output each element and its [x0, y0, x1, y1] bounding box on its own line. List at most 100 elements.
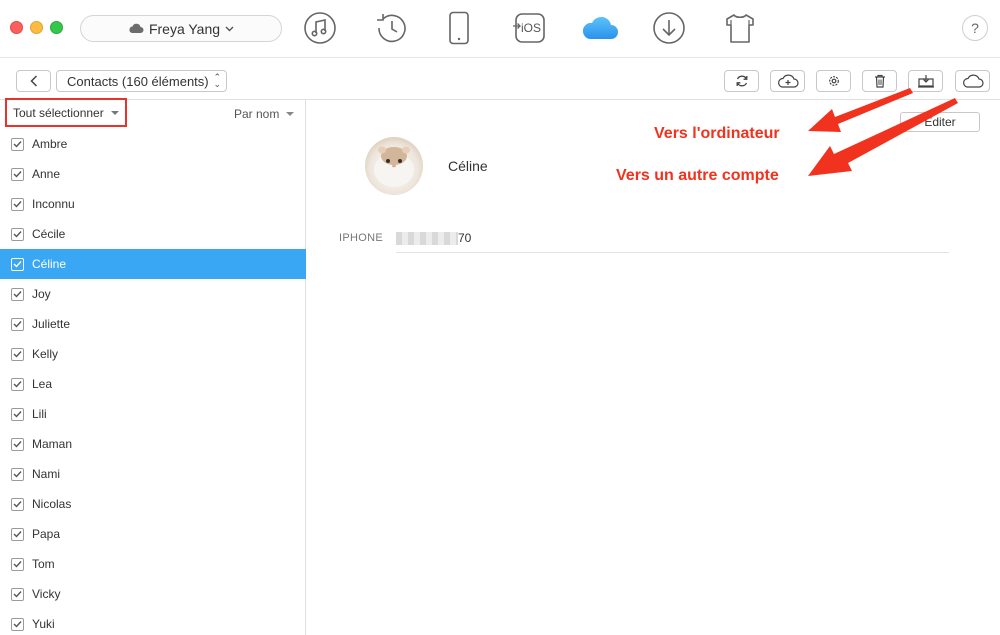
contact-row[interactable]: Cécile [0, 219, 306, 249]
checkmark-icon [13, 591, 22, 598]
contact-row[interactable]: Inconnu [0, 189, 306, 219]
to-ios-label: iOS [521, 21, 541, 35]
contact-avatar [365, 137, 423, 195]
contact-checkbox[interactable] [11, 527, 24, 541]
chevron-left-icon [29, 75, 37, 87]
contact-name: Tom [32, 557, 55, 571]
contact-checkbox[interactable] [11, 197, 24, 211]
contact-row[interactable]: Yuki [0, 609, 306, 635]
contact-checkbox[interactable] [11, 617, 24, 631]
select-all-dropdown[interactable]: Tout sélectionner [5, 98, 127, 127]
edit-button[interactable]: Editer [900, 112, 980, 132]
contact-checkbox[interactable] [11, 467, 24, 481]
contact-row[interactable]: Anne [0, 159, 306, 189]
to-cloud-icon [962, 74, 984, 88]
checkmark-icon [13, 411, 22, 418]
annotation-to-other-account: Vers un autre compte [616, 167, 779, 184]
back-button[interactable] [16, 70, 51, 92]
contact-name: Kelly [32, 347, 59, 361]
checkmark-icon [13, 261, 22, 268]
contact-name: Lea [32, 377, 53, 391]
contact-checkbox[interactable] [11, 137, 24, 151]
settings-button[interactable] [816, 70, 851, 92]
annotation-to-computer: Vers l'ordinateur [654, 125, 780, 142]
blurred-phone-digits [396, 231, 458, 245]
edit-label: Editer [924, 115, 956, 129]
contact-row[interactable]: Lili [0, 399, 306, 429]
contact-row[interactable]: Lea [0, 369, 306, 399]
phone-field-value: 70 [396, 231, 471, 245]
to-computer-button[interactable] [908, 70, 943, 92]
trash-icon [874, 74, 885, 88]
checkmark-icon [13, 351, 22, 358]
checkmark-icon [13, 561, 22, 568]
contact-checkbox[interactable] [11, 407, 24, 421]
contact-checkbox[interactable] [11, 287, 24, 301]
checkmark-icon [13, 531, 22, 538]
phone-icon[interactable] [441, 10, 477, 46]
toolbar: Contacts (160 éléments) ⌃ ⌄ [0, 59, 1000, 100]
contact-row[interactable]: Juliette [0, 309, 306, 339]
contact-checkbox[interactable] [11, 557, 24, 571]
refresh-icon [736, 75, 747, 87]
checkmark-icon [13, 231, 22, 238]
icloud-icon[interactable] [579, 10, 621, 46]
settings-icon [828, 76, 839, 86]
contact-name: Céline [32, 257, 67, 271]
contact-row[interactable]: Ambre [0, 129, 306, 159]
contact-checkbox[interactable] [11, 347, 24, 361]
contact-row[interactable]: Kelly [0, 339, 306, 369]
refresh-button[interactable] [724, 70, 759, 92]
contact-name: Yuki [32, 617, 55, 631]
contact-row[interactable]: Céline [0, 249, 306, 279]
checkmark-icon [13, 441, 22, 448]
contact-row[interactable]: Joy [0, 279, 306, 309]
download-icon[interactable] [651, 10, 687, 46]
updown-chevron-icon: ⌃ ⌄ [213, 72, 221, 89]
checkmark-icon [13, 201, 22, 208]
contact-checkbox[interactable] [11, 497, 24, 511]
field-divider [396, 252, 949, 253]
contact-row[interactable]: Papa [0, 519, 306, 549]
device-name: Freya Yang [148, 20, 221, 37]
device-selector[interactable]: Freya Yang [80, 15, 282, 42]
checkmark-icon [13, 141, 22, 148]
close-window-button[interactable] [10, 21, 23, 34]
contact-name: Inconnu [32, 197, 75, 211]
checkmark-icon [13, 171, 22, 178]
contact-name: Juliette [32, 317, 71, 331]
contact-name: Joy [32, 287, 51, 301]
to-computer-icon [917, 75, 934, 88]
minimize-window-button[interactable] [30, 21, 43, 34]
delete-button[interactable] [862, 70, 897, 92]
contact-name: Ambre [32, 137, 68, 151]
contact-checkbox[interactable] [11, 167, 24, 181]
contact-row[interactable]: Tom [0, 549, 306, 579]
contact-checkbox[interactable] [11, 227, 24, 241]
history-icon[interactable] [373, 10, 409, 46]
contact-row[interactable]: Nicolas [0, 489, 306, 519]
checkmark-icon [13, 291, 22, 298]
music-icon[interactable] [302, 10, 338, 46]
contact-checkbox[interactable] [11, 437, 24, 451]
to-ios-icon[interactable]: iOS [511, 10, 547, 46]
contact-row[interactable]: Vicky [0, 579, 306, 609]
tshirt-icon[interactable] [722, 10, 758, 46]
cloud-upload-icon [777, 74, 799, 88]
contact-row[interactable]: Nami [0, 459, 306, 489]
sort-dropdown[interactable]: Par nom [234, 107, 295, 121]
zoom-window-button[interactable] [50, 21, 63, 34]
contact-list: Ambre Anne Inconnu Cécile Céline Joy Jul… [0, 129, 306, 635]
help-button[interactable]: ? [962, 15, 988, 41]
contact-checkbox[interactable] [11, 587, 24, 601]
checkmark-icon [13, 381, 22, 388]
contact-checkbox[interactable] [11, 257, 24, 271]
contact-row[interactable]: Maman [0, 429, 306, 459]
contact-checkbox[interactable] [11, 317, 24, 331]
category-select[interactable]: Contacts (160 éléments) ⌃ ⌄ [56, 70, 227, 92]
select-all-label: Tout sélectionner [13, 105, 104, 120]
contact-checkbox[interactable] [11, 377, 24, 391]
to-cloud-button[interactable] [955, 70, 990, 92]
cloud-icon [129, 23, 144, 33]
cloud-upload-button[interactable] [770, 70, 805, 92]
